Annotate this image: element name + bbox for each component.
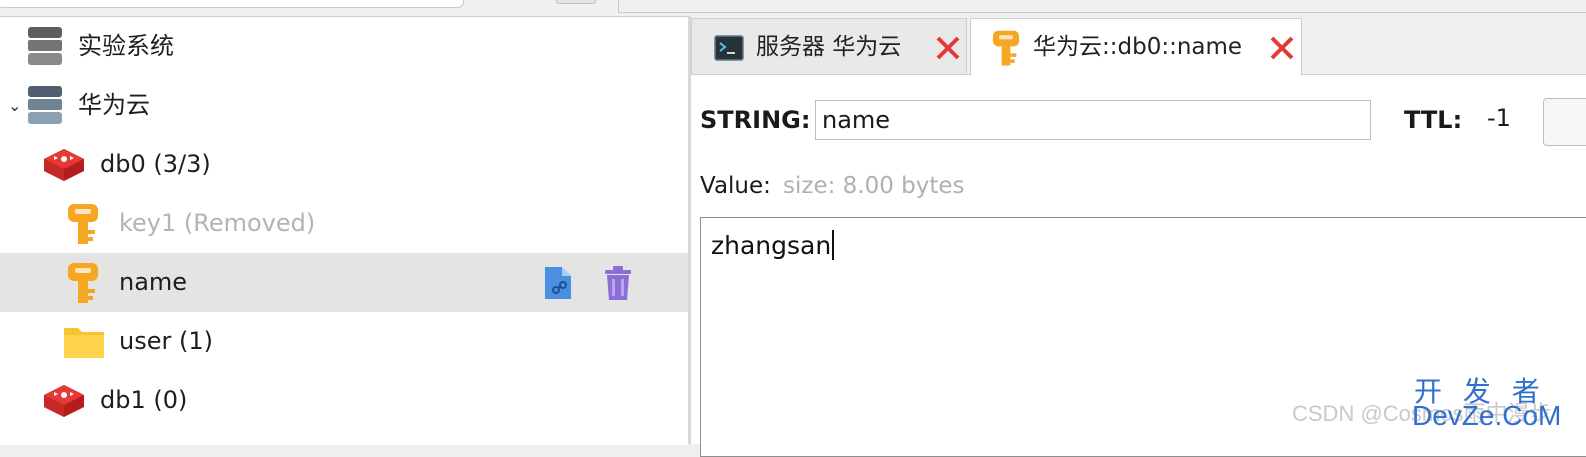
tree-item-label: key1 (Removed) [119,209,316,237]
tree-item-label: name [119,268,188,296]
copy-file-icon[interactable] [542,265,574,301]
text-caret [832,230,835,260]
key-icon [68,204,98,244]
tab-bar: 服务器 华为云 华为云::db0::name [691,16,1586,76]
tree-item-label: user (1) [119,327,213,355]
ttl-button[interactable] [1543,98,1586,146]
tree-item-key[interactable]: name [0,253,688,312]
tab-key-name[interactable]: 华为云::db0::name [970,18,1302,76]
key-icon [992,30,1020,66]
tree-item-connection[interactable]: ⌄ 华为云 [0,76,688,135]
tree-item-label: 实验系统 [78,32,174,60]
key-name-input[interactable]: name [815,100,1371,140]
tab-server-console[interactable]: 服务器 华为云 [691,18,967,74]
tree-item-label: db1 (0) [100,386,188,414]
chevron-down-icon[interactable]: ⌄ [8,96,21,115]
trash-icon[interactable] [603,265,633,301]
redis-db-icon [44,149,84,181]
server-icon [28,27,62,65]
tab-label: 华为云::db0::name [1033,34,1243,60]
value-content: zhangsan [711,231,832,260]
divider [618,0,619,12]
server-icon [28,86,62,124]
tree-item-database[interactable]: db1 (0) [0,371,688,430]
folder-icon [64,328,104,358]
tree-item-label: 华为云 [78,91,150,119]
tree-item-database[interactable]: db0 (3/3) [0,135,688,194]
value-size-hint: size: 8.00 bytes [783,173,965,199]
close-icon[interactable] [935,35,961,61]
tree-item-connection[interactable]: 实验系统 [0,17,688,76]
tree-item-key[interactable]: key1 (Removed) [0,194,688,253]
tree-item-label: db0 (3/3) [100,150,211,178]
toolbar-button[interactable] [556,0,596,4]
watermark-devze-en: DevZe.CoM [1412,400,1562,431]
tab-label: 服务器 华为云 [756,34,902,60]
connection-tree: 实验系统 ⌄ 华为云 db0 (3/3) key1 (Removed) name… [0,16,688,445]
filter-input[interactable] [0,0,464,8]
value-label: Value: [700,173,771,199]
terminal-icon [714,35,744,61]
key-icon [68,263,98,303]
tree-item-folder[interactable]: user (1) [0,312,688,371]
close-icon[interactable] [1269,35,1295,61]
key-type-label: STRING: [700,106,811,134]
value-text: zhangsan [711,230,835,260]
ttl-value: -1 [1487,104,1511,132]
top-toolbar-strip [0,0,1586,16]
divider [618,12,1586,13]
ttl-label: TTL: [1404,106,1463,134]
redis-db-icon [44,385,84,417]
